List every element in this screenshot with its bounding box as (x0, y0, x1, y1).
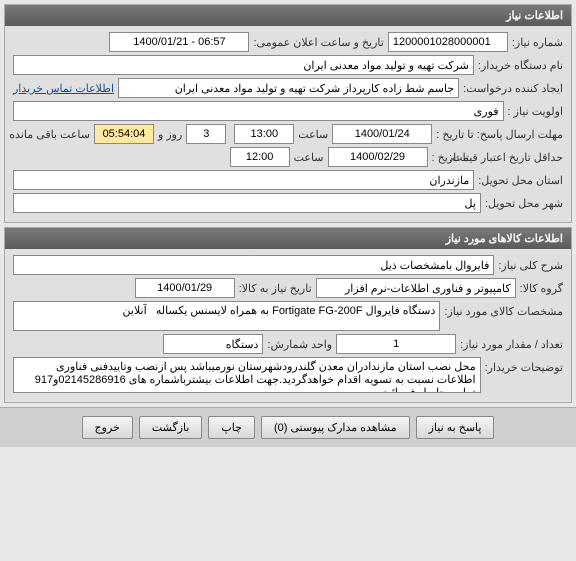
reply-button[interactable]: پاسخ به نیاز (416, 416, 495, 439)
creator-label: ایجاد کننده درخواست: (463, 82, 563, 95)
saat-label-2: ساعت (294, 151, 324, 164)
goods-info-body: شرح کلی نیاز: گروه کالا: تاریخ نیاز به ک… (5, 249, 571, 402)
valid-time-input[interactable] (230, 147, 290, 167)
group-label: گروه کالا: (520, 282, 563, 295)
need-by-label: تاریخ نیاز به کالا: (239, 282, 312, 295)
spec-label: مشخصات کالای مورد نیاز: (444, 301, 563, 318)
city-label: شهر محل تحویل: (485, 197, 563, 210)
print-button[interactable]: چاپ (208, 416, 255, 439)
desc-label: شرح کلی نیاز: (498, 259, 563, 272)
days-input[interactable] (186, 124, 226, 144)
announce-input[interactable] (109, 32, 249, 52)
attachments-button[interactable]: مشاهده مدارک پیوستی (0) (261, 416, 410, 439)
unit-input[interactable] (163, 334, 263, 354)
city-input[interactable] (13, 193, 481, 213)
unit-label: واحد شمارش: (267, 338, 332, 351)
min-valid-label: حداقل تاریخ اعتبار قیمت: (473, 151, 563, 164)
need-info-panel: اطلاعات نیاز شماره نیاز: تاریخ و ساعت اع… (4, 4, 572, 223)
buyer-contact-link[interactable]: اطلاعات تماس خریدار (13, 82, 114, 95)
notes-textarea[interactable] (13, 357, 481, 393)
remain-time-input (94, 124, 154, 144)
province-label: استان محل تحویل: (478, 174, 563, 187)
qty-label: تعداد / مقدار مورد نیاز: (460, 338, 563, 351)
valid-date-input[interactable] (328, 147, 428, 167)
goods-info-header: اطلاعات کالاهای مورد نیاز (5, 228, 571, 249)
desc-input[interactable] (13, 255, 494, 275)
deadline-time-input[interactable] (234, 124, 294, 144)
saat-label-1: ساعت (298, 128, 328, 141)
priority-input[interactable] (13, 101, 504, 121)
need-info-body: شماره نیاز: تاریخ و ساعت اعلان عمومی: نا… (5, 26, 571, 222)
province-input[interactable] (13, 170, 474, 190)
days-label: روز و (158, 128, 182, 141)
spec-textarea[interactable] (13, 301, 440, 331)
buyer-input[interactable] (13, 55, 474, 75)
need-info-header: اطلاعات نیاز (5, 5, 571, 26)
announce-label: تاریخ و ساعت اعلان عمومی: (253, 36, 383, 49)
goods-info-panel: اطلاعات کالاهای مورد نیاز شرح کلی نیاز: … (4, 227, 572, 403)
deadline-label: مهلت ارسال پاسخ: تا تاریخ : (436, 128, 563, 141)
notes-label: توضیحات خریدار: (485, 357, 563, 374)
group-input[interactable] (316, 278, 516, 298)
qty-input[interactable] (336, 334, 456, 354)
remain-label: ساعت باقی مانده (9, 128, 90, 141)
until-label: تا تاریخ : (432, 151, 469, 164)
button-bar: پاسخ به نیاز مشاهده مدارک پیوستی (0) چاپ… (0, 407, 576, 447)
priority-label: اولویت نیاز : (508, 105, 563, 118)
need-by-input[interactable] (135, 278, 235, 298)
creator-input[interactable] (118, 78, 459, 98)
need-no-label: شماره نیاز: (512, 36, 563, 49)
need-no-input[interactable] (388, 32, 508, 52)
back-button[interactable]: بازگشت (139, 416, 203, 439)
exit-button[interactable]: خروج (82, 416, 133, 439)
deadline-date-input[interactable] (332, 124, 432, 144)
buyer-label: نام دستگاه خریدار: (478, 59, 563, 72)
